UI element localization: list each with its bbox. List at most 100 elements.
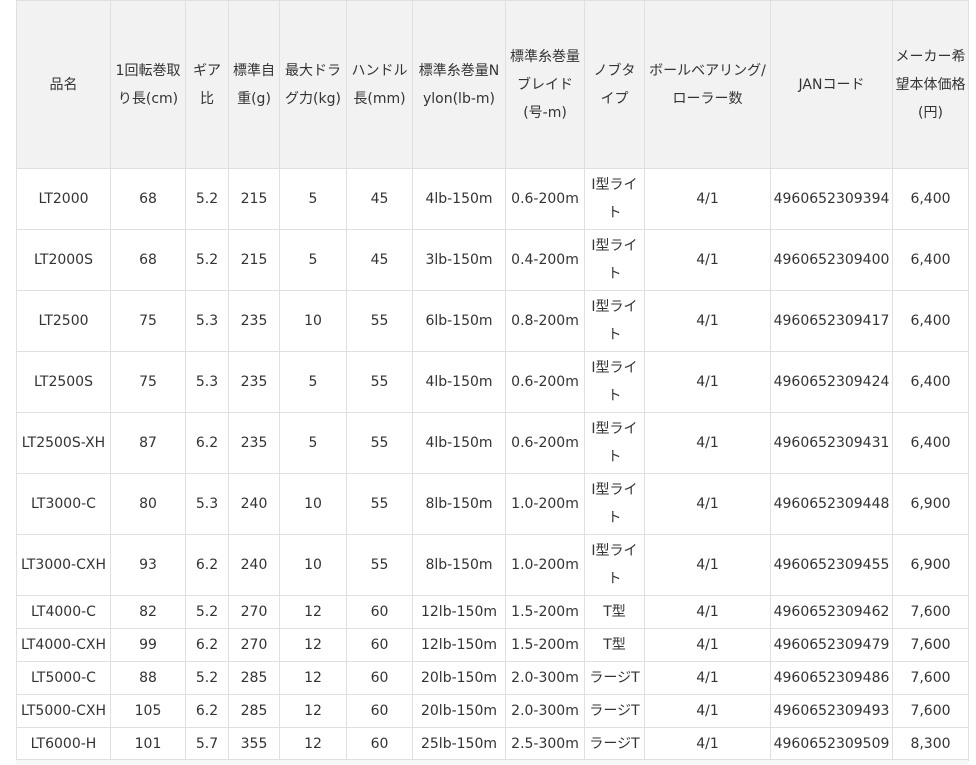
cell-braid-capacity: 1.0-200m	[505, 534, 585, 596]
cell-handle-length: 55	[346, 534, 413, 596]
cell-bearings: 4/1	[644, 351, 771, 413]
cell-jan-code: 4960652309462	[770, 595, 893, 629]
header-nylon-capacity: 標準糸巻量Nylon(lb-m)	[412, 0, 506, 169]
cell-spool-length: 99	[110, 628, 186, 662]
cell-nylon-capacity: 8lb-150m	[412, 534, 506, 596]
table-row: LT5000-C 88 5.2 285 12 60 20lb-150m 2.0-300m ラージ…	[16, 661, 969, 695]
cell-weight: 235	[228, 290, 280, 352]
cell-nylon-capacity: 6lb-150m	[412, 290, 506, 352]
cell-product-name: LT5000-C	[16, 661, 111, 695]
cell-price: 6,900	[892, 473, 969, 535]
cell-spool-length: 105	[110, 694, 186, 728]
cell-price: 7,600	[892, 661, 969, 695]
header-row: 品名 1回転巻取り長(cm) ギア比 標準自重(g) 最大ドラグ力(kg) ハンドル長(m…	[16, 0, 969, 169]
cell-jan-code: 4960652309394	[770, 168, 893, 230]
cell-max-drag: 12	[279, 694, 347, 728]
cell-price: 7,600	[892, 595, 969, 629]
cell-price: 6,400	[892, 168, 969, 230]
cell-bearings: 4/1	[644, 628, 771, 662]
cell-braid-capacity: 0.4-200m	[505, 229, 585, 291]
cell-weight: 270	[228, 628, 280, 662]
cell-weight: 285	[228, 661, 280, 695]
cell-knob-type: T型	[584, 595, 645, 629]
cell-max-drag: 12	[279, 727, 347, 761]
cell-jan-code: 4960652309431	[770, 412, 893, 474]
header-knob-type: ノブタイプ	[584, 0, 645, 169]
cell-bearings: 4/1	[644, 290, 771, 352]
table-row: LT3000-C 80 5.3 240 10 55 8lb-150m 1.0-200m I型ライ…	[16, 473, 969, 535]
cell-knob-type: I型ライト	[584, 412, 645, 474]
cell-knob-type: ラージT	[584, 661, 645, 695]
cell-max-drag: 10	[279, 290, 347, 352]
cell-weight: 235	[228, 412, 280, 474]
cell-price: 6,400	[892, 412, 969, 474]
table-body: LT2000 68 5.2 215 5 45 4lb-150m 0.6-200m I型ライト 4/…	[16, 168, 969, 761]
cell-nylon-capacity: 3lb-150m	[412, 229, 506, 291]
header-max-drag: 最大ドラグ力(kg)	[279, 0, 347, 169]
cell-knob-type: I型ライト	[584, 351, 645, 413]
cell-nylon-capacity: 20lb-150m	[412, 661, 506, 695]
cell-nylon-capacity: 12lb-150m	[412, 628, 506, 662]
cell-spool-length: 88	[110, 661, 186, 695]
cell-max-drag: 5	[279, 229, 347, 291]
header-braid-capacity: 標準糸巻量ブレイド(号-m)	[505, 0, 585, 169]
cell-handle-length: 55	[346, 290, 413, 352]
header-product-name: 品名	[16, 0, 111, 169]
cell-price: 6,900	[892, 534, 969, 596]
cell-gear-ratio: 5.2	[185, 661, 229, 695]
cell-weight: 285	[228, 694, 280, 728]
cell-max-drag: 5	[279, 351, 347, 413]
cell-braid-capacity: 2.0-300m	[505, 694, 585, 728]
cell-product-name: LT2000	[16, 168, 111, 230]
table-row: LT2000 68 5.2 215 5 45 4lb-150m 0.6-200m I型ライト 4/…	[16, 168, 969, 230]
cell-gear-ratio: 5.2	[185, 595, 229, 629]
cell-product-name: LT3000-CXH	[16, 534, 111, 596]
cell-max-drag: 10	[279, 534, 347, 596]
table-row: LT4000-CXH 99 6.2 270 12 60 12lb-150m 1.5-200m T…	[16, 628, 969, 662]
cell-product-name: LT5000-CXH	[16, 694, 111, 728]
cell-gear-ratio: 6.2	[185, 412, 229, 474]
reel-spec-table: 品名 1回転巻取り長(cm) ギア比 標準自重(g) 最大ドラグ力(kg) ハンドル長(m…	[16, 0, 969, 761]
cell-handle-length: 60	[346, 628, 413, 662]
cell-nylon-capacity: 20lb-150m	[412, 694, 506, 728]
table-row: LT2500 75 5.3 235 10 55 6lb-150m 0.8-200m I型ライト 4…	[16, 290, 969, 352]
cell-bearings: 4/1	[644, 661, 771, 695]
header-weight: 標準自重(g)	[228, 0, 280, 169]
cell-product-name: LT3000-C	[16, 473, 111, 535]
cell-handle-length: 60	[346, 595, 413, 629]
cell-knob-type: I型ライト	[584, 229, 645, 291]
cell-bearings: 4/1	[644, 473, 771, 535]
cell-weight: 240	[228, 473, 280, 535]
cell-nylon-capacity: 8lb-150m	[412, 473, 506, 535]
cell-product-name: LT4000-CXH	[16, 628, 111, 662]
header-handle-length: ハンドル長(mm)	[346, 0, 413, 169]
horizontal-scrollbar[interactable]	[16, 759, 968, 765]
cell-handle-length: 55	[346, 351, 413, 413]
cell-braid-capacity: 1.5-200m	[505, 628, 585, 662]
cell-spool-length: 82	[110, 595, 186, 629]
cell-weight: 215	[228, 168, 280, 230]
cell-gear-ratio: 5.3	[185, 473, 229, 535]
cell-braid-capacity: 0.6-200m	[505, 168, 585, 230]
cell-knob-type: T型	[584, 628, 645, 662]
cell-spool-length: 68	[110, 229, 186, 291]
cell-braid-capacity: 1.0-200m	[505, 473, 585, 535]
cell-spool-length: 75	[110, 290, 186, 352]
cell-spool-length: 93	[110, 534, 186, 596]
cell-price: 6,400	[892, 351, 969, 413]
cell-braid-capacity: 1.5-200m	[505, 595, 585, 629]
cell-braid-capacity: 2.0-300m	[505, 661, 585, 695]
table-row: LT2500S-XH 87 6.2 235 5 55 4lb-150m 0.6-200m I型ラ…	[16, 412, 969, 474]
cell-product-name: LT2500S	[16, 351, 111, 413]
cell-bearings: 4/1	[644, 412, 771, 474]
table-row: LT6000-H 101 5.7 355 12 60 25lb-150m 2.5-300m ラー…	[16, 727, 969, 761]
cell-weight: 235	[228, 351, 280, 413]
cell-price: 8,300	[892, 727, 969, 761]
cell-product-name: LT2000S	[16, 229, 111, 291]
cell-bearings: 4/1	[644, 168, 771, 230]
table-row: LT3000-CXH 93 6.2 240 10 55 8lb-150m 1.0-200m I型…	[16, 534, 969, 596]
header-gear-ratio: ギア比	[185, 0, 229, 169]
cell-price: 7,600	[892, 694, 969, 728]
cell-nylon-capacity: 25lb-150m	[412, 727, 506, 761]
cell-product-name: LT2500	[16, 290, 111, 352]
